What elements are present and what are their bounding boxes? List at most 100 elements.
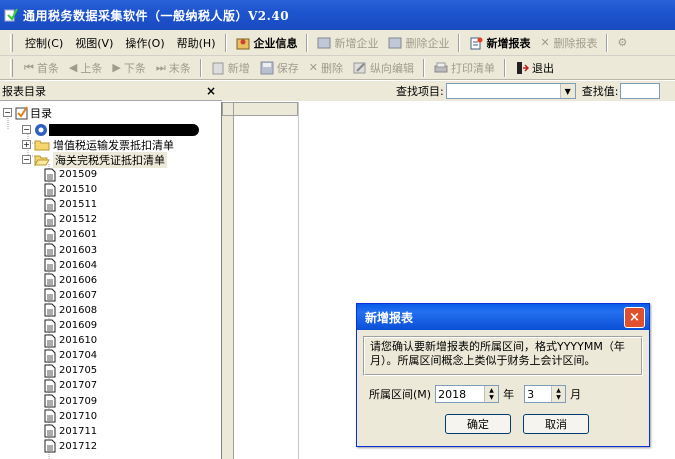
period-node[interactable]: 201711 bbox=[44, 424, 97, 439]
chevron-down-icon[interactable]: ▼ bbox=[559, 84, 575, 98]
next-record-button[interactable]: ▶ 下条 bbox=[107, 60, 150, 76]
toolbar-grip[interactable] bbox=[10, 58, 13, 77]
delete-report-icon: ✕ bbox=[540, 35, 550, 49]
period-label: 201610 bbox=[59, 335, 98, 347]
period-label: 201606 bbox=[59, 274, 98, 286]
exit-button[interactable]: 退出 bbox=[510, 60, 559, 76]
separator bbox=[606, 33, 609, 52]
close-icon[interactable]: × bbox=[624, 306, 645, 328]
year-spinner[interactable]: 2018 ▲ ▼ bbox=[435, 385, 500, 403]
printer-icon bbox=[434, 61, 448, 75]
menu-bar: 控制(C) 视图(V) 操作(O) 帮助(H) 企业信息 新增企业 删除企业 新… bbox=[0, 30, 675, 56]
period-label: 201509 bbox=[59, 169, 98, 180]
prev-record-button[interactable]: ◀ 上条 bbox=[64, 60, 107, 76]
period-node[interactable]: 201707 bbox=[44, 378, 97, 393]
folder-icon bbox=[34, 139, 50, 151]
period-label: 201511 bbox=[59, 199, 98, 211]
tree-panel-title: 报表目录 bbox=[2, 84, 46, 98]
company-node[interactable]: − bbox=[22, 122, 199, 137]
delete-report-button[interactable]: ✕ 删除报表 bbox=[535, 35, 602, 51]
first-record-button[interactable]: ⏮ 首条 bbox=[19, 60, 64, 76]
new-company-button[interactable]: 新增企业 bbox=[312, 35, 383, 51]
period-label: 201707 bbox=[59, 380, 98, 392]
new-report-button[interactable]: 新增报表 bbox=[464, 35, 535, 51]
search-item-label: 查找项目: bbox=[396, 85, 444, 98]
overflow-icon[interactable]: ⚙ bbox=[612, 36, 632, 49]
report-document-icon bbox=[44, 168, 56, 182]
redacted-company-name bbox=[49, 123, 199, 136]
period-node[interactable]: 201704 bbox=[44, 348, 97, 363]
period-node[interactable]: 201610 bbox=[44, 333, 97, 348]
period-label: 201512 bbox=[59, 214, 98, 226]
new-report-icon bbox=[469, 36, 483, 50]
exit-icon bbox=[515, 61, 530, 75]
company-info-button[interactable]: 企业信息 bbox=[231, 35, 302, 51]
period-node[interactable]: 201606 bbox=[44, 273, 97, 288]
period-node[interactable]: 201608 bbox=[44, 303, 97, 318]
spinner-arrows-icon[interactable]: ▲ ▼ bbox=[484, 386, 499, 402]
period-label: 所属区间(M) bbox=[369, 388, 432, 401]
close-icon[interactable]: × bbox=[206, 84, 216, 98]
period-label: 201510 bbox=[59, 184, 98, 196]
save-button[interactable]: 保存 bbox=[255, 60, 304, 76]
ok-button[interactable]: 确定 bbox=[445, 414, 511, 434]
period-node[interactable]: 201512 bbox=[44, 212, 97, 227]
search-item-combobox[interactable]: ▼ bbox=[445, 83, 576, 99]
period-node[interactable]: 201511 bbox=[44, 197, 97, 212]
report-document-icon bbox=[44, 288, 56, 302]
period-node[interactable]: 201601 bbox=[44, 227, 97, 242]
add-record-button[interactable]: 新增 bbox=[206, 60, 255, 76]
spinner-arrows-icon[interactable]: ▲ ▼ bbox=[551, 386, 566, 402]
delete-icon: ✕ bbox=[308, 61, 318, 74]
grid-column-header[interactable] bbox=[234, 102, 298, 116]
last-record-button[interactable]: ⏭ 末条 bbox=[151, 60, 196, 76]
period-node[interactable]: 201712 bbox=[44, 439, 97, 454]
expand-icon[interactable]: + bbox=[22, 140, 31, 149]
period-node[interactable]: 201509 bbox=[44, 167, 97, 182]
period-label: 201705 bbox=[59, 365, 98, 377]
period-node[interactable]: 201710 bbox=[44, 409, 97, 424]
vertical-edit-button[interactable]: 纵向编辑 bbox=[348, 60, 419, 76]
menubar-grip[interactable] bbox=[10, 33, 13, 52]
menu-operation[interactable]: 操作(O) bbox=[119, 35, 170, 51]
delete-company-button[interactable]: 删除企业 bbox=[383, 35, 454, 51]
collapse-icon[interactable]: − bbox=[3, 108, 12, 117]
catalog-icon bbox=[15, 105, 28, 120]
folder-customs-certificate[interactable]: − 海关完税凭证抵扣清单 bbox=[22, 151, 167, 168]
open-folder-icon bbox=[34, 154, 50, 167]
separator bbox=[503, 58, 506, 77]
period-label: 201608 bbox=[59, 304, 98, 316]
app-icon bbox=[4, 8, 18, 22]
menu-help[interactable]: 帮助(H) bbox=[171, 35, 222, 51]
period-node[interactable]: 201510 bbox=[44, 182, 97, 197]
period-node[interactable]: 201609 bbox=[44, 318, 97, 333]
period-node[interactable]: 201603 bbox=[44, 243, 97, 258]
search-value-input[interactable] bbox=[620, 83, 661, 99]
folder-transport-invoice[interactable]: + 增值税运输发票抵扣清单 bbox=[22, 137, 174, 152]
period-node[interactable]: 201604 bbox=[44, 258, 97, 273]
period-node[interactable]: 201607 bbox=[44, 288, 97, 303]
collapse-icon[interactable]: − bbox=[22, 155, 31, 164]
delete-button[interactable]: ✕ 删除 bbox=[304, 60, 348, 76]
month-spinner[interactable]: 3 ▲ ▼ bbox=[524, 385, 567, 403]
first-icon: ⏮ bbox=[24, 60, 34, 74]
collapse-icon[interactable]: − bbox=[22, 125, 31, 134]
report-document-icon bbox=[44, 243, 56, 257]
report-document-icon bbox=[44, 439, 56, 453]
search-bar: 查找项目: ▼ 查找值: bbox=[222, 81, 675, 101]
new-report-dialog: 新增报表 × 请您确认要新增报表的所属区间，格式YYYYMM（年 月）。所属区间… bbox=[356, 303, 650, 447]
menu-control[interactable]: 控制(C) bbox=[19, 35, 69, 51]
period-label: 201710 bbox=[59, 410, 98, 422]
report-document-icon bbox=[44, 198, 56, 212]
search-value-label: 查找值: bbox=[581, 85, 619, 98]
print-list-button[interactable]: 打印清单 bbox=[429, 60, 500, 76]
month-unit: 月 bbox=[570, 388, 582, 401]
report-document-icon bbox=[44, 334, 56, 348]
separator bbox=[199, 58, 202, 77]
period-node[interactable]: 201705 bbox=[44, 363, 97, 378]
tree-root[interactable]: − 目录 bbox=[3, 105, 52, 120]
grid-row-header bbox=[222, 116, 234, 459]
period-node[interactable]: 201709 bbox=[44, 394, 97, 409]
menu-view[interactable]: 视图(V) bbox=[69, 35, 119, 51]
cancel-button[interactable]: 取消 bbox=[523, 414, 589, 434]
